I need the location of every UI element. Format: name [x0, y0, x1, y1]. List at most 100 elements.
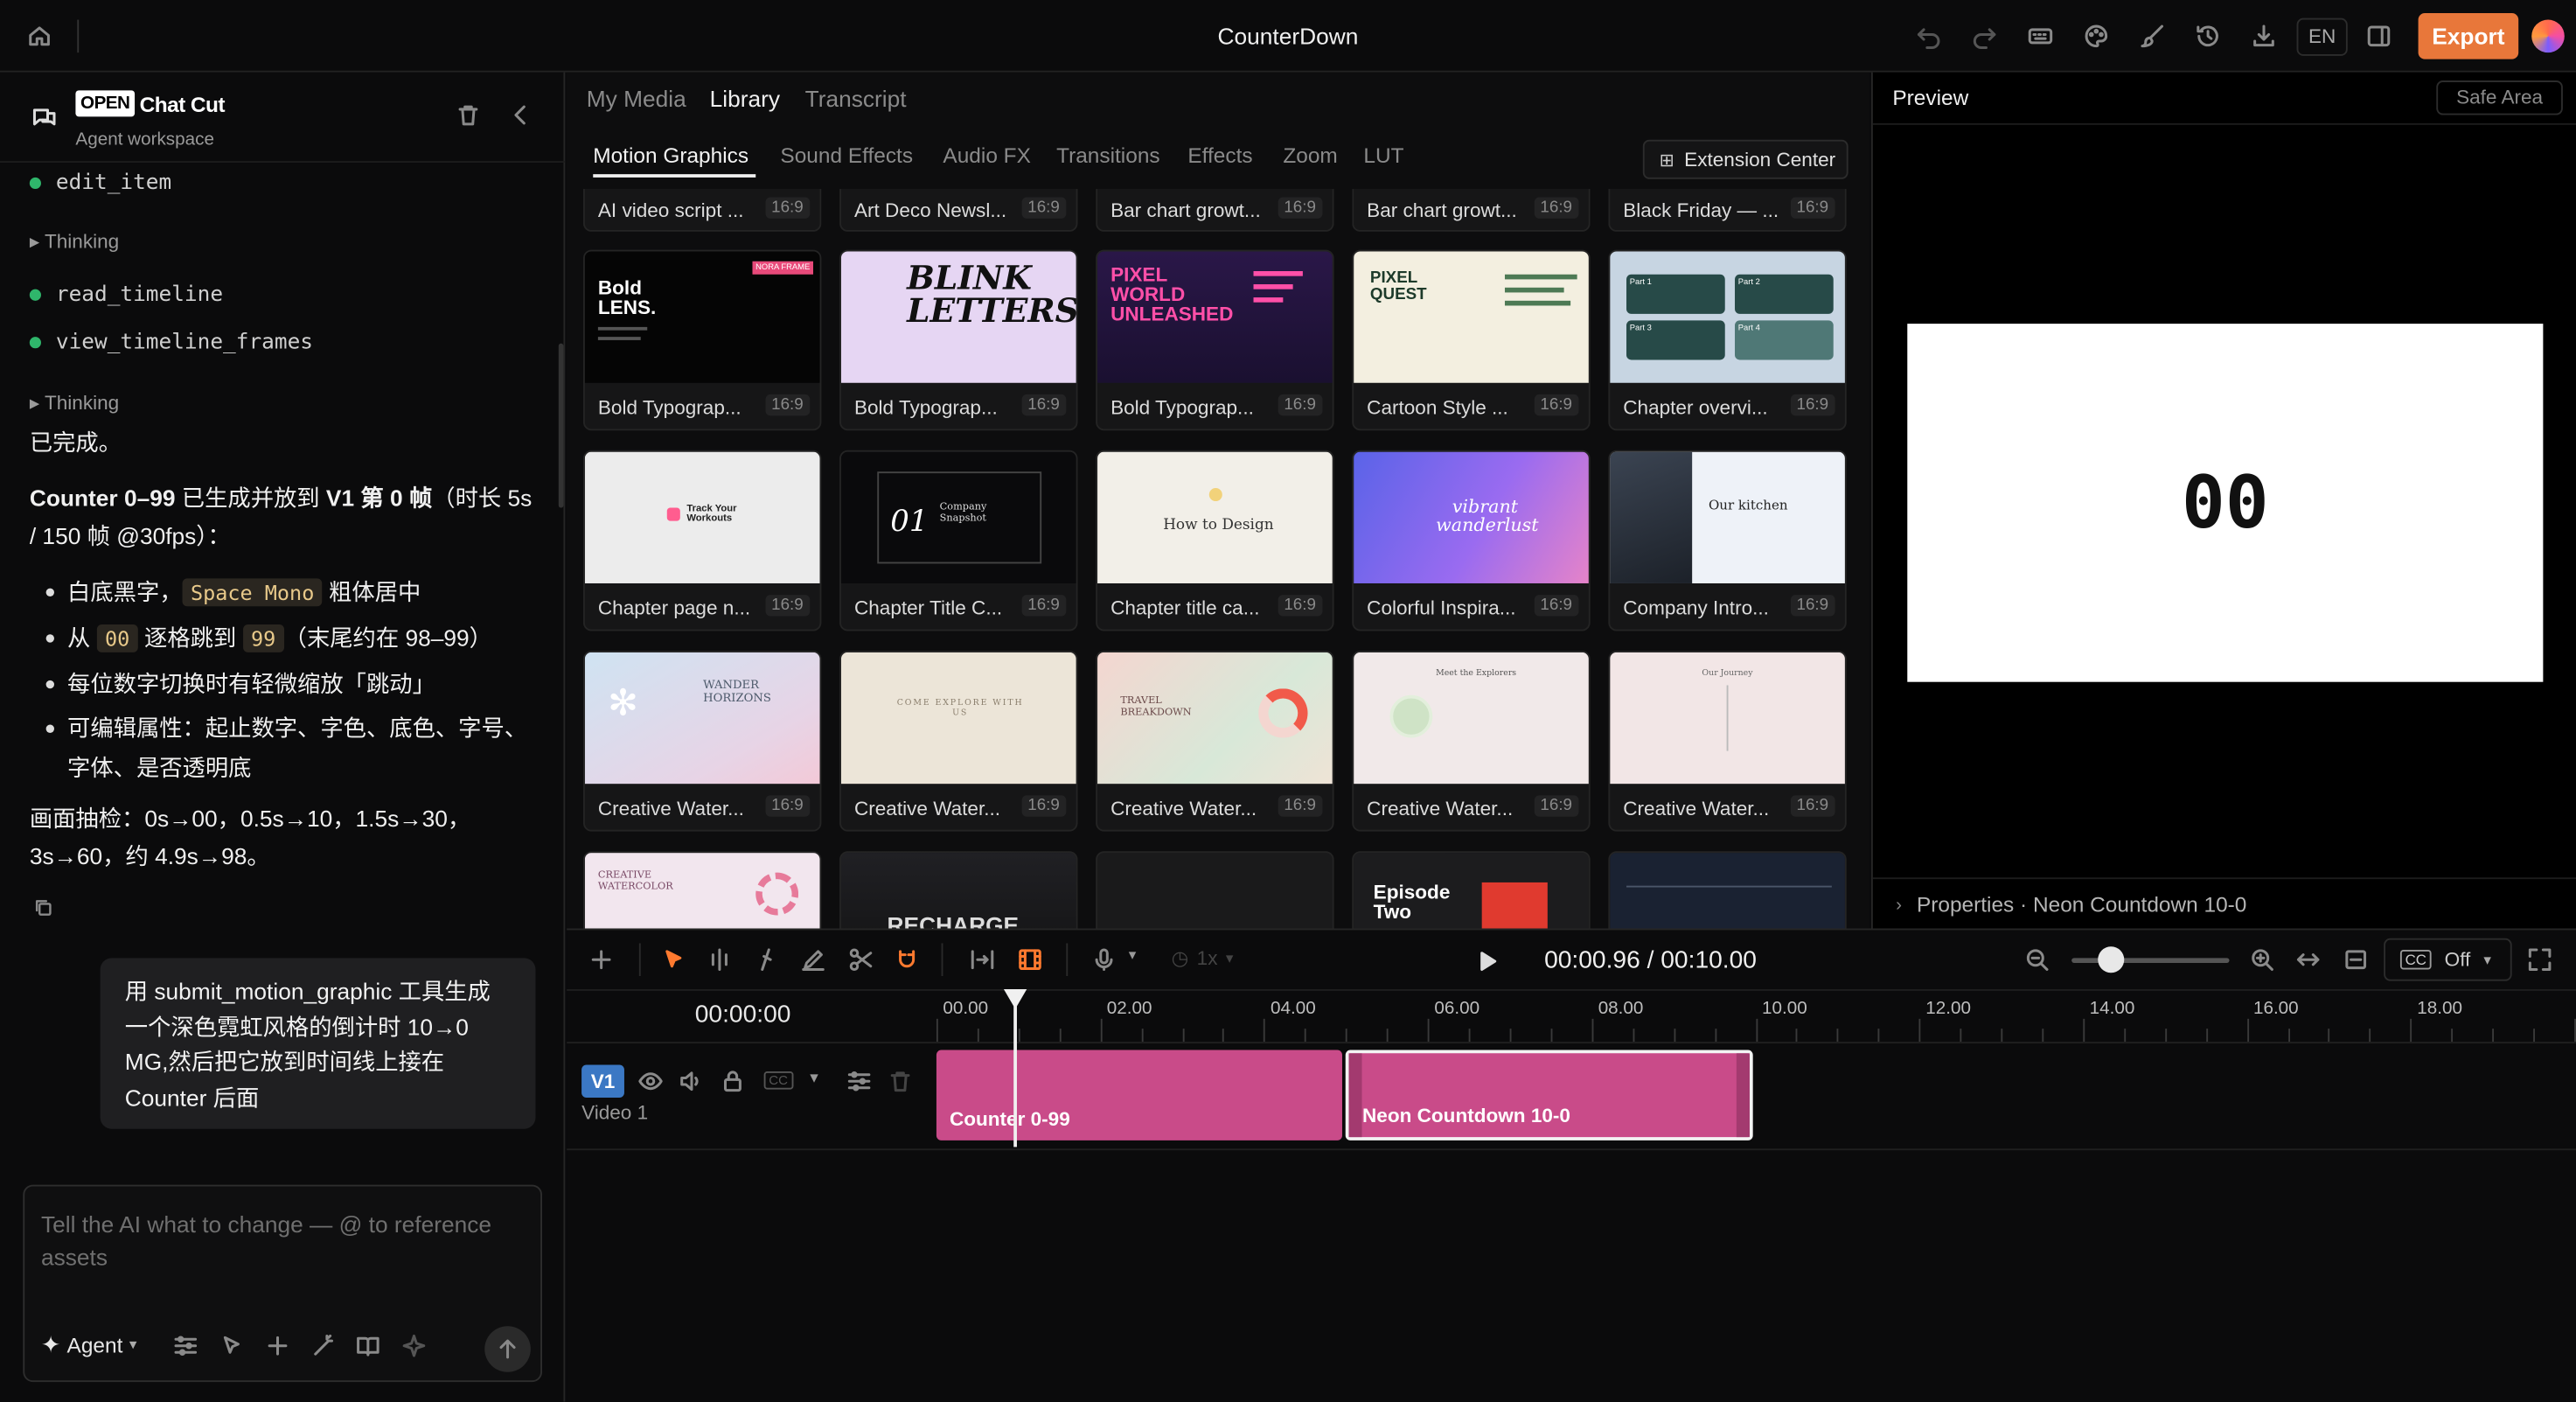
- mg-card[interactable]: CREATIVE WATERCOLOR: [582, 851, 822, 929]
- mg-card[interactable]: TRAVEL BREAKDOWN Creative Water... 16:9: [1096, 651, 1334, 832]
- mg-card[interactable]: Part 1 Part 2 Part 3 Part 4 Chapter over…: [1608, 249, 1847, 431]
- clip-trim-handle[interactable]: [1735, 1053, 1749, 1138]
- pen-icon[interactable]: [798, 945, 828, 974]
- agent-mode-selector[interactable]: ✦ Agent ▾: [41, 1331, 136, 1359]
- brush-icon[interactable]: [2135, 20, 2169, 53]
- magic-wand-icon[interactable]: [309, 1331, 338, 1361]
- trash-icon[interactable]: [886, 1066, 916, 1096]
- chat-scrollbar[interactable]: [558, 343, 564, 508]
- copy-icon[interactable]: [30, 894, 56, 920]
- zoom-out-icon[interactable]: [2023, 945, 2052, 974]
- undo-icon[interactable]: [1912, 20, 1946, 53]
- fit-icon[interactable]: [968, 945, 998, 974]
- send-button[interactable]: [484, 1326, 531, 1372]
- caption-box-icon[interactable]: [2341, 945, 2371, 974]
- book-icon[interactable]: [353, 1331, 383, 1361]
- magnet-icon[interactable]: [892, 945, 922, 974]
- speed-selector[interactable]: ◷ 1x ▾: [1172, 946, 1234, 969]
- layout-panel-icon[interactable]: [2363, 20, 2396, 53]
- clip-trim-handle[interactable]: [1348, 1053, 1362, 1138]
- playhead[interactable]: [1003, 989, 1027, 1150]
- export-button[interactable]: Export: [2418, 13, 2519, 59]
- fit-width-icon[interactable]: [2294, 945, 2323, 974]
- subtab-motion-graphics[interactable]: Motion Graphics: [593, 143, 748, 167]
- razor-icon[interactable]: [751, 945, 781, 974]
- fullscreen-icon[interactable]: [2525, 945, 2555, 974]
- subtab-zoom[interactable]: Zoom: [1283, 143, 1337, 167]
- zoom-slider-thumb[interactable]: [2098, 946, 2125, 973]
- lock-icon[interactable]: [718, 1066, 748, 1096]
- mg-card[interactable]: [1608, 851, 1847, 929]
- sliders-icon[interactable]: [171, 1331, 200, 1361]
- subtab-sound-effects[interactable]: Sound Effects: [780, 143, 913, 167]
- chevron-down-icon[interactable]: ▾: [810, 1070, 818, 1088]
- scissors-icon[interactable]: [846, 945, 876, 974]
- subtab-audio-fx[interactable]: Audio FX: [943, 143, 1030, 167]
- zoom-in-icon[interactable]: [2247, 945, 2277, 974]
- mg-card[interactable]: BLINK LETTERS Bold Typograp... 16:9: [839, 249, 1078, 431]
- composer[interactable]: Tell the AI what to change — @ to refere…: [23, 1184, 543, 1383]
- mg-card[interactable]: Art Deco Newsl... 16:9: [839, 189, 1078, 232]
- captions-selector[interactable]: CC Off ▾: [2384, 938, 2512, 981]
- microphone-icon[interactable]: [1090, 945, 1119, 974]
- mg-card[interactable]: PIXEL QUEST Cartoon Style ... 16:9: [1352, 249, 1591, 431]
- timeline-clip[interactable]: Neon Countdown 10-0: [1346, 1050, 1752, 1140]
- subtab-transitions[interactable]: Transitions: [1056, 143, 1160, 167]
- keyboard-icon[interactable]: [2024, 20, 2057, 53]
- mg-card[interactable]: Black Friday — ... 16:9: [1608, 189, 1847, 232]
- redo-icon[interactable]: [1968, 20, 2002, 53]
- mg-card[interactable]: Bar chart growt... 16:9: [1096, 189, 1334, 232]
- mg-card[interactable]: Bold LENS. NORA FRAME Bold Typograp... 16…: [582, 249, 822, 431]
- thinking-toggle[interactable]: ▸ Thinking: [30, 391, 119, 414]
- speaker-icon[interactable]: [675, 1066, 705, 1096]
- cursor-icon[interactable]: [217, 1331, 247, 1361]
- extension-center-button[interactable]: ⊞ Extension Center: [1642, 139, 1848, 179]
- timeline-clip[interactable]: Counter 0-99: [936, 1050, 1343, 1140]
- tab-library[interactable]: Library: [710, 86, 780, 112]
- composer-input[interactable]: Tell the AI what to change — @ to refere…: [41, 1208, 526, 1273]
- sparkle-icon[interactable]: [400, 1331, 429, 1361]
- history-icon[interactable]: [2191, 20, 2224, 53]
- mg-card[interactable]: Track Your Workouts Chapter page n... 16:…: [582, 450, 822, 631]
- mg-card[interactable]: AI video script ... 16:9: [582, 189, 822, 232]
- mg-card[interactable]: RECHARGE: [839, 851, 1078, 929]
- split-icon[interactable]: [705, 945, 735, 974]
- mg-card[interactable]: Meet the Explorers Creative Water... 16:9: [1352, 651, 1591, 832]
- subtab-effects[interactable]: Effects: [1187, 143, 1252, 167]
- subtab-lut[interactable]: LUT: [1363, 143, 1403, 167]
- palette-icon[interactable]: [2080, 20, 2113, 53]
- mg-card[interactable]: Our kitchen Company Intro... 16:9: [1608, 450, 1847, 631]
- cc-icon[interactable]: CC: [763, 1071, 793, 1090]
- trash-icon[interactable]: [454, 101, 484, 130]
- mg-card[interactable]: [1096, 851, 1334, 929]
- download-icon[interactable]: [2247, 20, 2280, 53]
- plus-icon[interactable]: [263, 1331, 293, 1361]
- tab-my-media[interactable]: My Media: [587, 86, 686, 112]
- mg-card[interactable]: 01 Company Snapshot Chapter Title C... 16…: [839, 450, 1078, 631]
- eye-icon[interactable]: [636, 1066, 665, 1096]
- safe-area-toggle[interactable]: Safe Area: [2436, 80, 2563, 115]
- home-icon[interactable]: [21, 18, 57, 54]
- mg-card[interactable]: ✻ WANDER HORIZONS Creative Water... 16:9: [582, 651, 822, 832]
- track-settings-icon[interactable]: [845, 1066, 874, 1096]
- mg-card[interactable]: COME EXPLORE WITH US Creative Water... 16…: [839, 651, 1078, 832]
- zoom-slider[interactable]: [2071, 958, 2230, 963]
- thinking-toggle[interactable]: ▸ Thinking: [30, 230, 119, 253]
- add-icon[interactable]: [587, 945, 616, 974]
- mg-card[interactable]: PIXEL WORLD UNLEASHED Bold Typograp... 16…: [1096, 249, 1334, 431]
- filmstrip-icon[interactable]: [1015, 945, 1045, 974]
- mg-card[interactable]: vibrant wanderlust Colorful Inspira... 16…: [1352, 450, 1591, 631]
- preview-canvas[interactable]: 00: [1907, 324, 2544, 682]
- properties-toggle[interactable]: › Properties · Neon Countdown 10-0: [1896, 892, 2246, 917]
- mg-card[interactable]: Bar chart growt... 16:9: [1352, 189, 1591, 232]
- mg-card[interactable]: Our Journey Creative Water... 16:9: [1608, 651, 1847, 832]
- track-badge[interactable]: V1: [581, 1064, 624, 1099]
- mg-card[interactable]: Episode Two: [1352, 851, 1591, 929]
- avatar[interactable]: [2531, 19, 2565, 53]
- play-button[interactable]: [1471, 945, 1504, 978]
- mg-card[interactable]: How to Design Chapter title ca... 16:9: [1096, 450, 1334, 631]
- time-ruler[interactable]: 00.00 02.00 04.00 06.00 08.00 10.00 12.00 14.00…: [936, 989, 2576, 1043]
- collapse-panel-icon[interactable]: [506, 101, 536, 130]
- chevron-down-icon[interactable]: ▾: [1129, 946, 1137, 965]
- tab-transcript[interactable]: Transcript: [805, 86, 907, 112]
